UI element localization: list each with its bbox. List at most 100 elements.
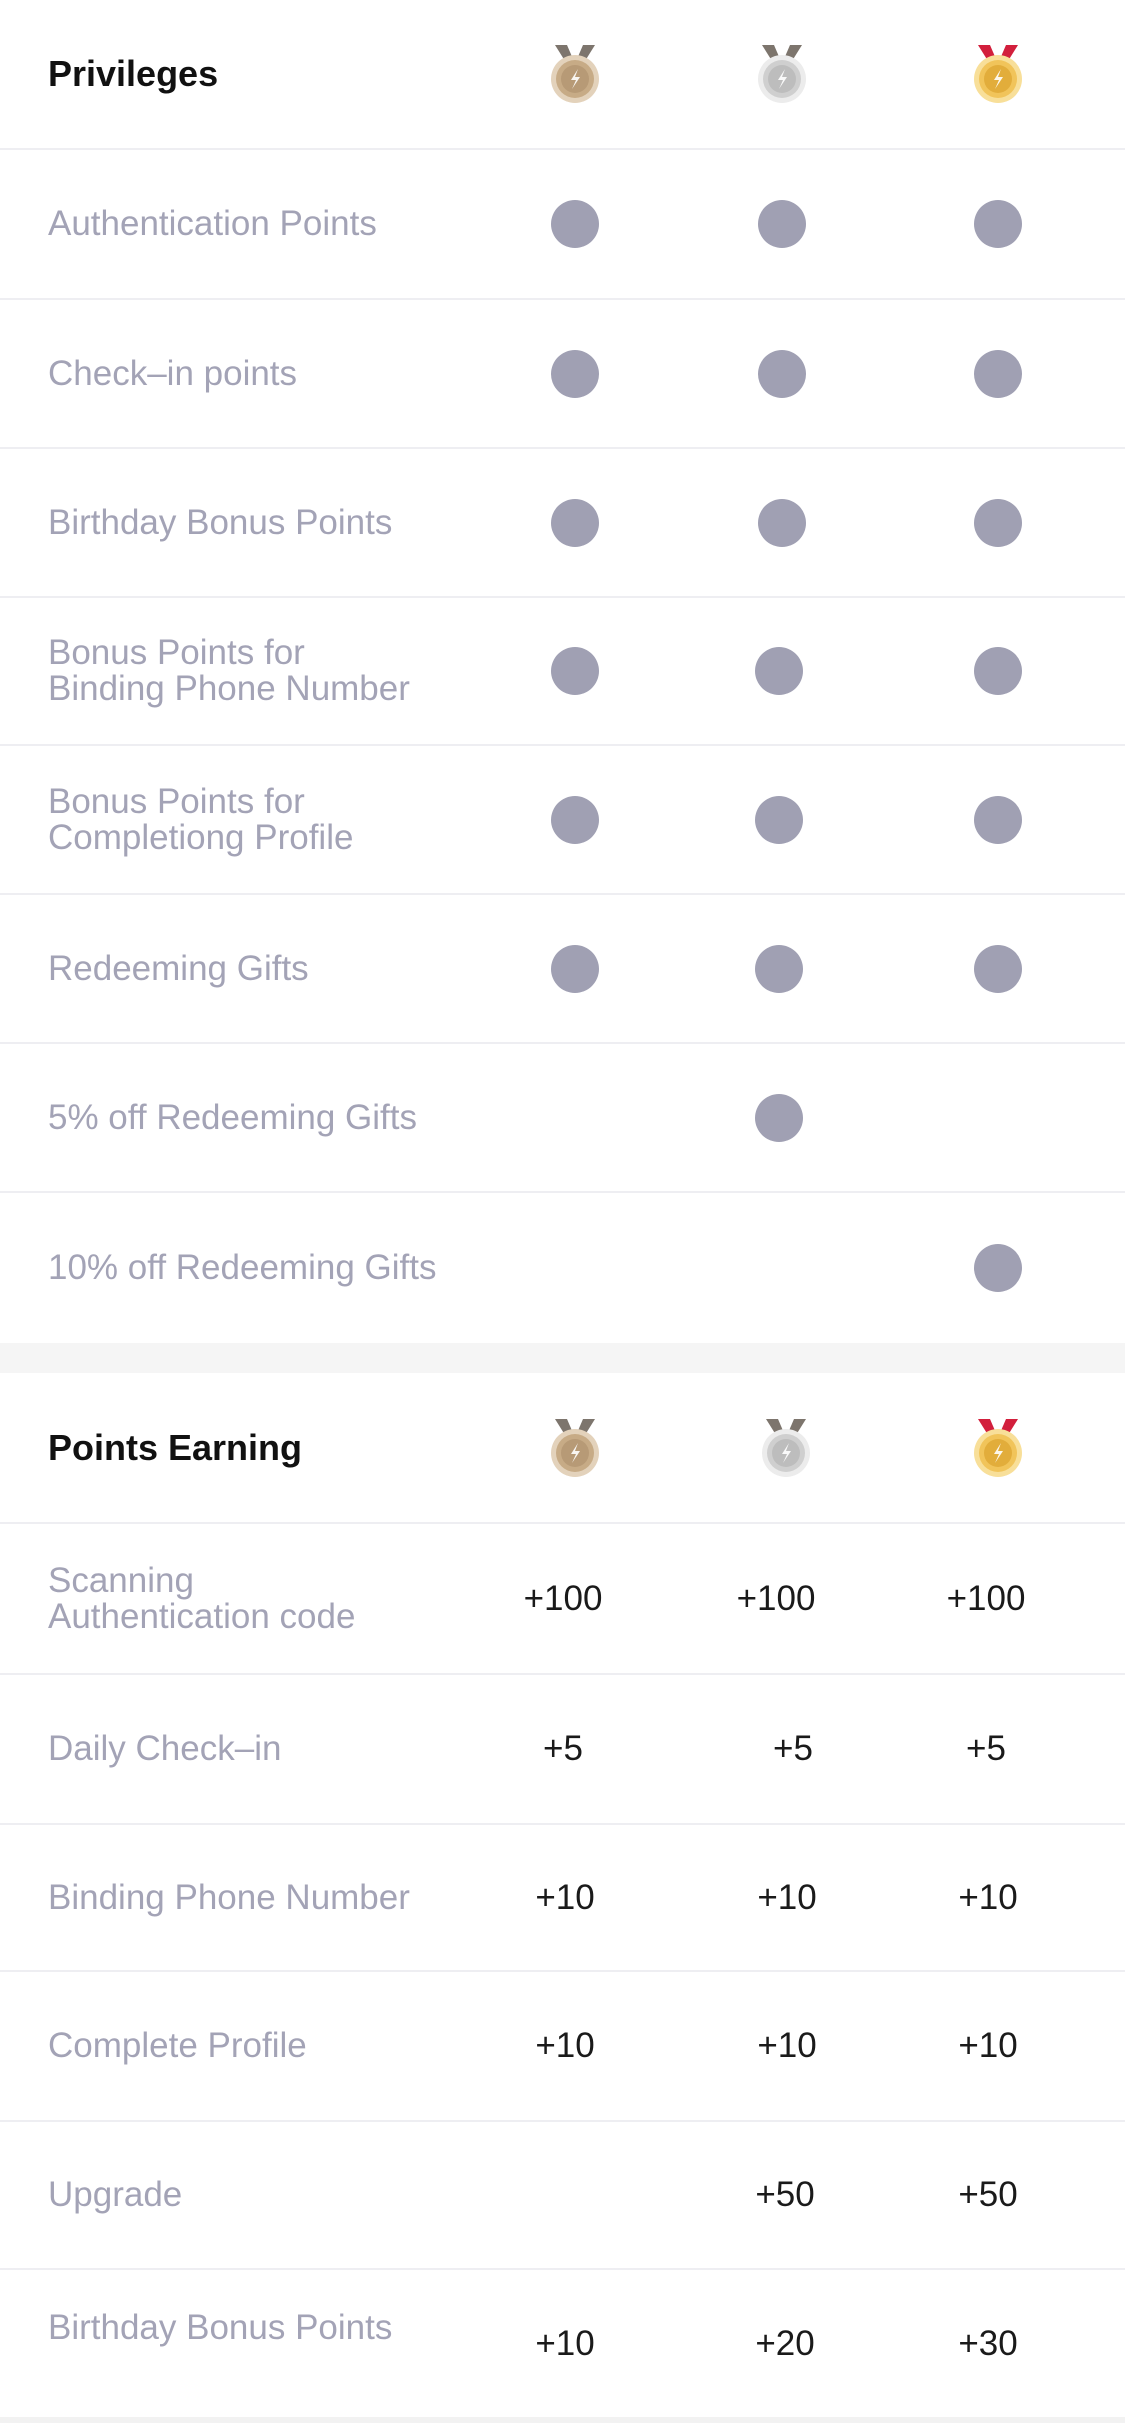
points-value: +10 — [535, 2324, 595, 2363]
privilege-tier-1-cell — [495, 150, 655, 298]
earning-header-row: Points Earning — [0, 1373, 1125, 1524]
included-dot-icon — [974, 349, 1022, 398]
points-value: +10 — [757, 2026, 817, 2065]
privilege-row: Check–in points — [0, 300, 1125, 449]
privilege-tier-3-cell — [918, 300, 1078, 447]
earning-label: Scanning Authentication code — [48, 1560, 356, 1636]
earning-tier-3-cell: +10 — [908, 1825, 1068, 1970]
earning-tier-3-cell: +30 — [908, 2270, 1068, 2417]
privilege-tier-1-cell — [495, 300, 655, 447]
gold-medal-icon — [970, 1417, 1026, 1479]
privilege-label: Bonus Points for Binding Phone Number — [48, 633, 410, 708]
privilege-tier-3-cell — [918, 1193, 1078, 1343]
included-dot-icon — [551, 349, 599, 398]
earning-label: Complete Profile — [48, 2026, 307, 2065]
privilege-tier-1-cell — [495, 1193, 655, 1343]
privilege-tier-2-cell — [702, 449, 862, 596]
included-dot-icon — [974, 944, 1022, 993]
section-divider — [0, 1343, 1125, 1373]
included-dot-icon — [974, 1244, 1022, 1292]
privilege-tier-1-cell — [495, 895, 655, 1042]
privilege-tier-2-cell — [699, 895, 859, 1042]
earning-tier-3-cell: +100 — [906, 1524, 1066, 1673]
earning-tier-2-cell — [706, 1373, 866, 1522]
points-value: +100 — [523, 1578, 603, 1618]
earning-tier-3-cell: +5 — [906, 1675, 1066, 1823]
earning-label: Upgrade — [48, 2175, 183, 2214]
included-dot-icon — [974, 200, 1022, 248]
points-value: +50 — [755, 2175, 815, 2214]
privilege-tier-1-cell — [495, 598, 655, 744]
earning-label: Binding Phone Number — [48, 1877, 410, 1917]
privileges-tier-2-cell — [702, 0, 862, 148]
bronze-medal-icon — [547, 43, 603, 105]
earning-row: Upgrade +50 +50 — [0, 2122, 1125, 2270]
privilege-row: 10% off Redeeming Gifts — [0, 1193, 1125, 1343]
earning-tier-2-cell: +10 — [707, 1972, 867, 2120]
included-dot-icon — [758, 498, 806, 547]
earning-tier-3-cell — [918, 1373, 1078, 1522]
earning-tier-2-cell: +10 — [707, 1825, 867, 1970]
earning-title: Points Earning — [48, 1426, 303, 1468]
silver-medal-icon — [758, 1417, 814, 1479]
included-dot-icon — [755, 1093, 803, 1142]
earning-tier-1-cell: +100 — [483, 1524, 643, 1673]
bronze-medal-icon — [547, 1417, 603, 1479]
earning-tier-1-cell: +10 — [485, 1825, 645, 1970]
privilege-tier-3-cell — [918, 895, 1078, 1042]
privilege-tier-2-cell — [699, 746, 859, 893]
earning-label: Daily Check–in — [48, 1729, 282, 1768]
privileges-tier-3-cell — [918, 0, 1078, 148]
included-dot-icon — [551, 795, 599, 844]
privilege-tier-3-cell — [918, 598, 1078, 744]
privilege-label: Authentication Points — [48, 204, 377, 243]
included-dot-icon — [974, 795, 1022, 844]
earning-tier-1-cell: +10 — [485, 2270, 645, 2417]
included-dot-icon — [758, 349, 806, 398]
earning-row: Binding Phone Number +10 +10 +10 — [0, 1825, 1125, 1972]
points-value: +100 — [946, 1578, 1026, 1618]
privilege-label: Birthday Bonus Points — [48, 502, 393, 542]
privilege-row: Authentication Points — [0, 150, 1125, 300]
earning-tier-1-cell: +10 — [485, 1972, 645, 2120]
earning-tier-2-cell: +50 — [705, 2122, 865, 2268]
earning-tier-2-cell: +100 — [696, 1524, 856, 1673]
included-dot-icon — [551, 498, 599, 547]
included-dot-icon — [758, 200, 806, 248]
membership-benefits-page: Privileges Authentication Points Check–in … — [0, 0, 1125, 2423]
earning-row: Scanning Authentication code +100 +100 +100 — [0, 1524, 1125, 1675]
privilege-label: 10% off Redeeming Gifts — [48, 1248, 437, 1287]
privilege-tier-1-cell — [495, 746, 655, 893]
included-dot-icon — [551, 944, 599, 993]
privilege-tier-2-cell — [699, 598, 859, 744]
privilege-tier-1-cell — [495, 1044, 655, 1191]
earning-tier-3-cell: +10 — [908, 1972, 1068, 2120]
privilege-label: Redeeming Gifts — [48, 948, 309, 988]
points-value: +100 — [736, 1578, 816, 1618]
points-value: +10 — [535, 2026, 595, 2065]
points-value: +5 — [773, 1729, 813, 1768]
gold-medal-icon — [970, 43, 1026, 105]
privilege-row: Birthday Bonus Points — [0, 449, 1125, 598]
earning-row: Daily Check–in +5 +5 +5 — [0, 1675, 1125, 1825]
points-value: +10 — [958, 1877, 1018, 1917]
privilege-tier-3-cell — [918, 746, 1078, 893]
points-value: +20 — [755, 2324, 815, 2363]
points-value: +10 — [535, 1877, 595, 1917]
included-dot-icon — [755, 944, 803, 993]
privilege-row: Bonus Points for Binding Phone Number — [0, 598, 1125, 746]
privilege-tier-3-cell — [918, 1044, 1078, 1191]
bottom-divider — [0, 2417, 1125, 2423]
points-value: +10 — [958, 2026, 1018, 2065]
earning-tier-1-cell: +5 — [483, 1675, 643, 1823]
points-value: +5 — [966, 1729, 1006, 1768]
privilege-row: 5% off Redeeming Gifts — [0, 1044, 1125, 1193]
earning-row: Complete Profile +10 +10 +10 — [0, 1972, 1125, 2122]
privilege-tier-1-cell — [495, 449, 655, 596]
earning-tier-2-cell: +5 — [713, 1675, 873, 1823]
included-dot-icon — [974, 647, 1022, 695]
privilege-label: 5% off Redeeming Gifts — [48, 1097, 417, 1137]
included-dot-icon — [974, 498, 1022, 547]
earning-tier-3-cell: +50 — [908, 2122, 1068, 2268]
points-value: +10 — [757, 1877, 817, 1917]
